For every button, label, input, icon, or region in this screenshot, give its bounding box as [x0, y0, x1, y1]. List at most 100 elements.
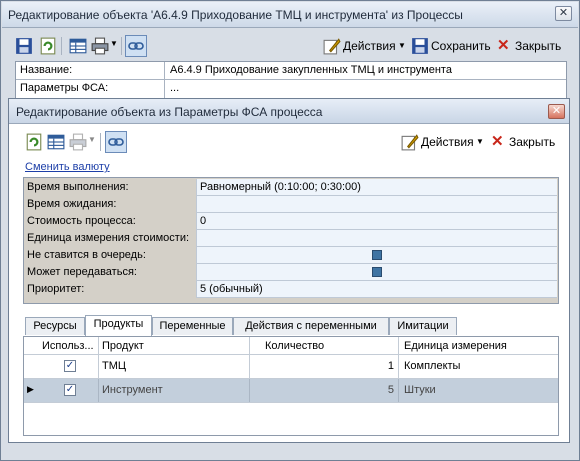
print-dropdown-arrow-icon[interactable]: ▼ [88, 135, 96, 144]
link-icon [128, 42, 144, 50]
param-row-transferable: Может передаваться: [25, 264, 557, 281]
column-divider [98, 379, 99, 402]
unit-cell: Штуки [404, 384, 436, 396]
column-header-product[interactable]: Продукт [102, 340, 144, 352]
save-button[interactable]: Сохранить [431, 39, 491, 53]
inner-toolbar: ▼ Действия ▼ ✕ Закрыть [15, 129, 565, 157]
property-label: Параметры ФСА: [20, 82, 109, 94]
tab-simulations[interactable]: Имитации [389, 317, 457, 335]
param-value: Равномерный (0:10:00; 0:30:00) [200, 181, 361, 193]
param-value-cell[interactable]: Равномерный (0:10:00; 0:30:00) [196, 179, 557, 196]
outer-window-title: Редактирование объекта 'А6.4.9 Приходова… [8, 8, 463, 22]
refresh-icon[interactable] [39, 37, 57, 55]
column-header-used[interactable]: Использ... [42, 340, 94, 352]
column-header-unit[interactable]: Единица измерения [404, 340, 507, 352]
link-icon [108, 138, 124, 146]
param-label: Время выполнения: [27, 181, 129, 193]
inner-window: Редактирование объекта из Параметры ФСА … [8, 98, 570, 443]
close-button[interactable]: Закрыть [509, 135, 555, 149]
param-value-cell[interactable] [196, 230, 557, 247]
tab-resources[interactable]: Ресурсы [25, 317, 85, 335]
used-checkbox[interactable]: ✓ [64, 384, 76, 396]
chevron-down-icon[interactable]: ▼ [476, 137, 484, 146]
property-value[interactable]: ... [170, 82, 179, 94]
column-divider [249, 355, 250, 378]
param-row-wait-time: Время ожидания: [25, 196, 557, 213]
transferable-checkbox[interactable] [372, 267, 382, 277]
param-value-cell[interactable]: 0 [196, 213, 557, 230]
quantity-cell: 1 [387, 360, 394, 372]
property-label: Название: [20, 64, 73, 76]
close-button[interactable]: Закрыть [515, 39, 561, 53]
close-icon: ✕ [497, 37, 510, 54]
param-label: Единица измерения стоимости: [27, 232, 190, 244]
column-divider [164, 62, 165, 79]
refresh-icon[interactable] [25, 133, 43, 151]
grid-header: Использ... Продукт Количество Единица из… [24, 337, 558, 355]
product-cell: Инструмент [102, 384, 163, 396]
actions-menu-button[interactable]: Действия [343, 39, 396, 53]
column-divider [249, 337, 250, 354]
save-icon [412, 38, 428, 54]
toolbar-separator [61, 37, 62, 55]
toolbar-separator [100, 133, 101, 151]
products-grid: Использ... Продукт Количество Единица из… [23, 336, 559, 436]
param-label: Время ожидания: [27, 198, 117, 210]
chevron-down-icon[interactable]: ▼ [398, 41, 406, 50]
column-divider [98, 337, 99, 354]
row-pointer-icon: ▶ [27, 384, 34, 394]
column-divider [164, 80, 165, 98]
param-value-cell[interactable]: 5 (обычный) [196, 281, 557, 298]
actions-icon [323, 38, 341, 55]
property-row-fsa: Параметры ФСА: ... [16, 80, 566, 98]
column-divider [98, 355, 99, 378]
save-icon[interactable] [15, 37, 33, 55]
tab-variable-actions[interactable]: Действия с переменными [233, 317, 389, 335]
product-cell: ТМЦ [102, 360, 127, 372]
param-value-cell[interactable] [196, 196, 557, 213]
property-value[interactable]: А6.4.9 Приходование закупленных ТМЦ и ин… [170, 64, 452, 76]
outer-properties-table: Название: А6.4.9 Приходование закупленны… [15, 61, 567, 99]
property-row-name: Название: А6.4.9 Приходование закупленны… [16, 62, 566, 80]
table-icon[interactable] [69, 37, 87, 55]
quantity-cell: 5 [387, 384, 394, 396]
toolbar-separator [121, 37, 122, 55]
param-row-cost-unit: Единица измерения стоимости: [25, 230, 557, 247]
print-icon[interactable] [91, 37, 109, 55]
fsa-parameters-panel: Время выполнения: Равномерный (0:10:00; … [23, 177, 559, 304]
link-toggle-button[interactable] [125, 35, 147, 57]
print-icon[interactable] [69, 133, 87, 151]
outer-close-window-button[interactable]: ✕ [555, 6, 572, 21]
column-header-quantity[interactable]: Количество [265, 340, 324, 352]
param-row-process-cost: Стоимость процесса: 0 [25, 213, 557, 230]
no-queue-checkbox[interactable] [372, 250, 382, 260]
used-checkbox[interactable]: ✓ [64, 360, 76, 372]
tab-products[interactable]: Продукты [85, 315, 152, 336]
inner-window-title: Редактирование объекта из Параметры ФСА … [16, 105, 323, 119]
print-dropdown-arrow-icon[interactable]: ▼ [110, 39, 118, 48]
change-currency-link[interactable]: Сменить валюту [25, 161, 110, 173]
table-row-selected[interactable]: ▶ ✓ Инструмент 5 Штуки [24, 379, 558, 403]
close-icon: ✕ [491, 133, 504, 150]
unit-cell: Комплекты [404, 360, 461, 372]
param-value-cell [196, 247, 557, 264]
actions-icon [401, 134, 419, 151]
param-value-cell [196, 264, 557, 281]
inner-title-bar: Редактирование объекта из Параметры ФСА … [9, 99, 569, 124]
tab-variables[interactable]: Переменные [152, 317, 233, 335]
param-label: Может передаваться: [27, 266, 137, 278]
column-divider [398, 337, 399, 354]
param-row-execution-time: Время выполнения: Равномерный (0:10:00; … [25, 179, 557, 196]
inner-close-window-button[interactable]: ✕ [548, 104, 565, 119]
link-toggle-button[interactable] [105, 131, 127, 153]
outer-title-bar: Редактирование объекта 'А6.4.9 Приходова… [2, 2, 578, 28]
outer-toolbar: ▼ Действия ▼ Сохранить ✕ Закрыть [11, 33, 571, 61]
param-label: Приоритет: [27, 283, 85, 295]
table-icon[interactable] [47, 133, 65, 151]
column-divider [398, 355, 399, 378]
param-label: Стоимость процесса: [27, 215, 136, 227]
column-divider [398, 379, 399, 402]
param-label: Не ставится в очередь: [27, 249, 146, 261]
table-row[interactable]: ✓ ТМЦ 1 Комплекты [24, 355, 558, 379]
actions-menu-button[interactable]: Действия [421, 135, 474, 149]
